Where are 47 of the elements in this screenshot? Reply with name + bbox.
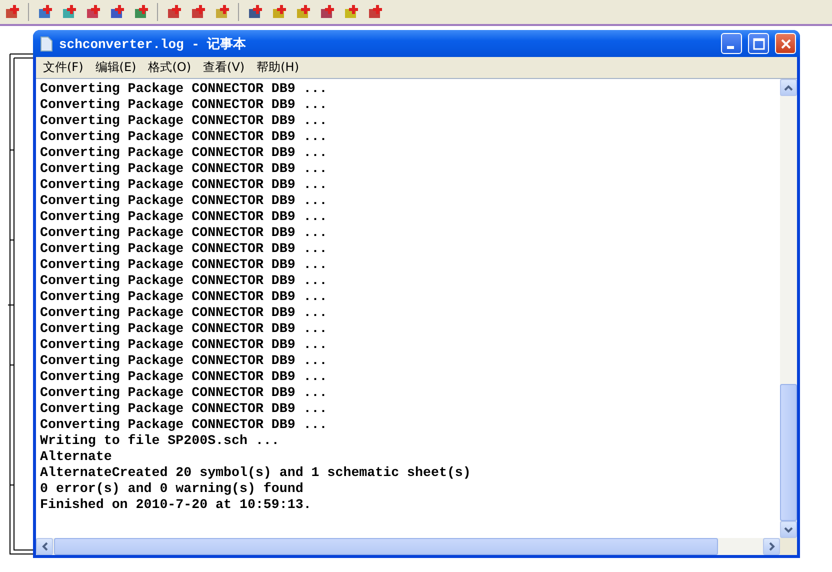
log-line: Converting Package CONNECTOR DB9 ... [40,289,328,305]
scroll-left-button[interactable] [36,538,53,555]
document-icon [39,36,53,52]
menu-item[interactable]: 帮助(H) [252,58,304,77]
log-line: AlternateCreated 20 symbol(s) and 1 schematic sheet(s) [40,465,472,481]
log-line: Finished on 2010-7-20 at 10:59:13. [40,497,312,513]
scroll-thumb[interactable] [54,538,718,555]
maximize-button[interactable] [748,33,769,54]
window-title: schconverter.log - 记事本 [59,36,248,52]
close-icon [780,38,792,50]
log-line: Converting Package CONNECTOR DB9 ... [40,385,328,401]
log-line: Converting Package CONNECTOR DB9 ... [40,321,328,337]
log-line: Converting Package CONNECTOR DB9 ... [40,401,328,417]
log-line: Converting Package CONNECTOR DB9 ... [40,369,328,385]
menu-item[interactable]: 格式(O) [143,58,196,77]
log-line: Converting Package CONNECTOR DB9 ... [40,193,328,209]
menu-item[interactable]: 文件(F) [38,58,88,77]
log-line: Converting Package CONNECTOR DB9 ... [40,417,328,433]
maximize-icon [752,38,764,50]
menu-item[interactable]: 查看(V) [198,58,250,77]
log-line: Converting Package CONNECTOR DB9 ... [40,81,328,97]
log-line: Converting Package CONNECTOR DB9 ... [40,129,328,145]
size-grip[interactable] [780,538,797,555]
log-line: Writing to file SP200S.sch ... [40,433,280,449]
log-line: Converting Package CONNECTOR DB9 ... [40,161,328,177]
log-line: Converting Package CONNECTOR DB9 ... [40,209,328,225]
log-line: 0 error(s) and 0 warning(s) found [40,481,304,497]
log-line: Converting Package CONNECTOR DB9 ... [40,113,328,129]
log-line: Converting Package CONNECTOR DB9 ... [40,241,328,257]
log-line: Converting Package CONNECTOR DB9 ... [40,145,328,161]
scroll-thumb[interactable] [780,384,797,521]
scroll-right-button[interactable] [763,538,780,555]
log-line: Converting Package CONNECTOR DB9 ... [40,177,328,193]
close-button[interactable] [775,33,796,54]
log-line: Converting Package CONNECTOR DB9 ... [40,97,328,113]
minimize-button[interactable] [721,33,742,54]
menu-item[interactable]: 编辑(E) [90,58,142,77]
log-line: Converting Package CONNECTOR DB9 ... [40,225,328,241]
minimize-icon [726,46,734,49]
log-line: Converting Package CONNECTOR DB9 ... [40,257,328,273]
scroll-down-button[interactable] [780,521,797,538]
log-line: Converting Package CONNECTOR DB9 ... [40,337,328,353]
log-line: Converting Package CONNECTOR DB9 ... [40,353,328,369]
scroll-up-button[interactable] [780,79,797,96]
log-line: Converting Package CONNECTOR DB9 ... [40,273,328,289]
log-line: Alternate [40,449,113,465]
log-line: Converting Package CONNECTOR DB9 ... [40,305,328,321]
